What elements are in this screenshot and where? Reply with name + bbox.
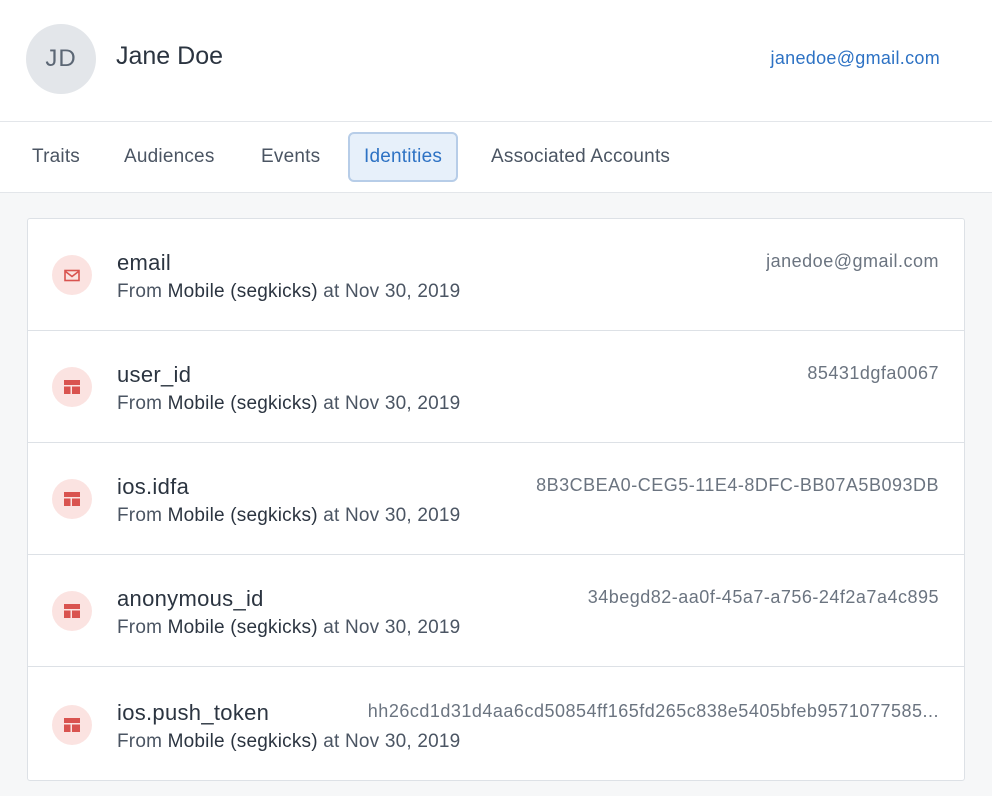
identity-name: anonymous_id (117, 586, 264, 611)
tab-associated-accounts[interactable]: Associated Accounts (483, 131, 678, 183)
identity-source-line: From Mobile (segkicks) at Nov 30, 2019 (117, 393, 461, 414)
identity-source: Mobile (segkicks) (167, 281, 318, 302)
identity-name: email (117, 250, 172, 275)
profile-header: JD Jane Doe janedoe@gmail.com (0, 0, 992, 122)
identity-value: 34begd82-aa0f-45a7-a756-24f2a7a4c895 (587, 587, 939, 607)
table-icon (52, 367, 92, 407)
user-email-link[interactable]: janedoe@gmail.com (771, 48, 940, 69)
identity-name: ios.idfa (117, 474, 190, 499)
tab-bar: Traits Audiences Events Identities Assoc… (0, 122, 992, 193)
mail-icon (52, 255, 92, 295)
identity-row[interactable]: ios.push_token From Mobile (segkicks) at… (28, 667, 964, 780)
identity-value: 85431dgfa0067 (807, 363, 939, 383)
avatar: JD (26, 24, 96, 94)
identity-source: Mobile (segkicks) (167, 617, 318, 638)
identity-value: hh26cd1d31d4aa6cd50854ff165fd265c838e540… (367, 701, 939, 721)
identity-source: Mobile (segkicks) (167, 393, 318, 414)
user-name: Jane Doe (116, 42, 224, 70)
table-icon (52, 705, 92, 745)
identity-source: Mobile (segkicks) (167, 731, 318, 752)
identity-name: user_id (117, 362, 192, 387)
identity-source-line: From Mobile (segkicks) at Nov 30, 2019 (117, 281, 461, 302)
tab-traits[interactable]: Traits (24, 131, 88, 183)
identity-row[interactable]: email From Mobile (segkicks) at Nov 30, … (28, 219, 964, 331)
identity-source-line: From Mobile (segkicks) at Nov 30, 2019 (117, 505, 461, 526)
identity-row[interactable]: ios.idfa From Mobile (segkicks) at Nov 3… (28, 443, 964, 555)
tab-events[interactable]: Events (253, 131, 328, 183)
identity-row[interactable]: user_id From Mobile (segkicks) at Nov 30… (28, 331, 964, 443)
tab-identities[interactable]: Identities (348, 132, 459, 182)
identity-source: Mobile (segkicks) (167, 505, 318, 526)
identities-list: email From Mobile (segkicks) at Nov 30, … (27, 218, 965, 781)
table-icon (52, 479, 92, 519)
identity-source-line: From Mobile (segkicks) at Nov 30, 2019 (117, 617, 461, 638)
identity-row[interactable]: anonymous_id From Mobile (segkicks) at N… (28, 555, 964, 667)
table-icon (52, 591, 92, 631)
identity-value: janedoe@gmail.com (766, 251, 939, 271)
identity-name: ios.push_token (117, 700, 270, 725)
identity-source-line: From Mobile (segkicks) at Nov 30, 2019 (117, 731, 461, 752)
tab-audiences[interactable]: Audiences (116, 131, 223, 183)
identity-value: 8B3CBEA0-CEG5-11E4-8DFC-BB07A5B093DB (536, 475, 939, 495)
